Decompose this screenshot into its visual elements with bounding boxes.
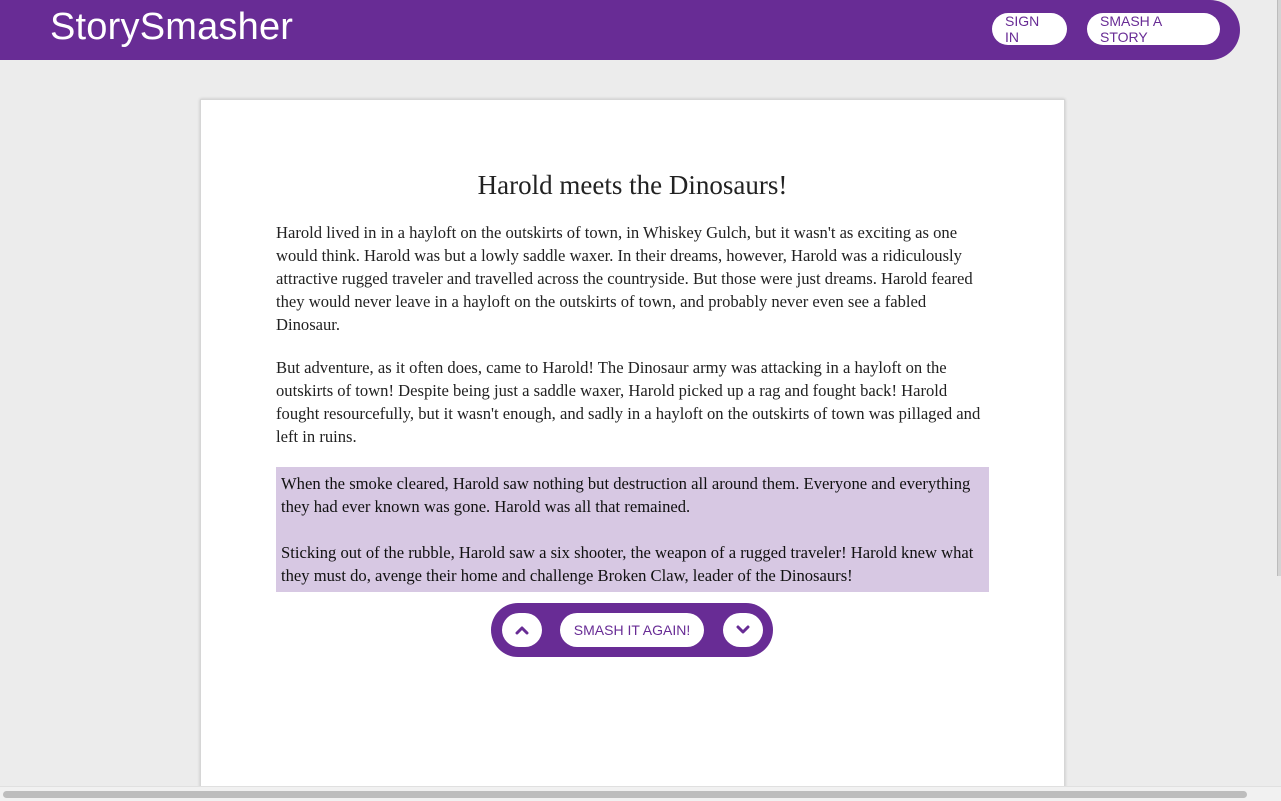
sign-in-button[interactable]: SIGN IN [992,13,1067,45]
story-paragraph: But adventure, as it often does, came to… [276,358,981,446]
story-title: Harold meets the Dinosaurs! [477,170,788,200]
smash-a-story-button[interactable]: SMASH A STORY [1087,13,1220,45]
story-paragraph: Harold lived in in a hayloft on the outs… [276,223,973,334]
horizontal-scrollbar[interactable] [0,786,1281,801]
highlighted-story-section: When the smoke cleared, Harold saw nothi… [276,467,989,592]
smash-it-again-button[interactable]: SMASH IT AGAIN! [560,613,704,647]
app-logo-text[interactable]: StorySmasher [50,6,293,49]
next-section-button[interactable] [723,613,763,647]
horizontal-scrollbar-thumb[interactable] [3,791,1247,798]
top-navbar: StorySmasher SIGN IN SMASH A STORY [0,0,1240,60]
previous-section-button[interactable] [502,613,542,647]
chevron-up-icon [515,626,529,635]
chevron-down-icon [736,625,750,634]
highlighted-paragraph: When the smoke cleared, Harold saw nothi… [281,474,971,516]
highlighted-paragraph: Sticking out of the rubble, Harold saw a… [281,543,974,585]
story-card: Harold meets the Dinosaurs! Harold lived… [200,99,1065,801]
story-controls: SMASH IT AGAIN! [491,603,773,657]
vertical-scrollbar[interactable] [1277,0,1281,576]
